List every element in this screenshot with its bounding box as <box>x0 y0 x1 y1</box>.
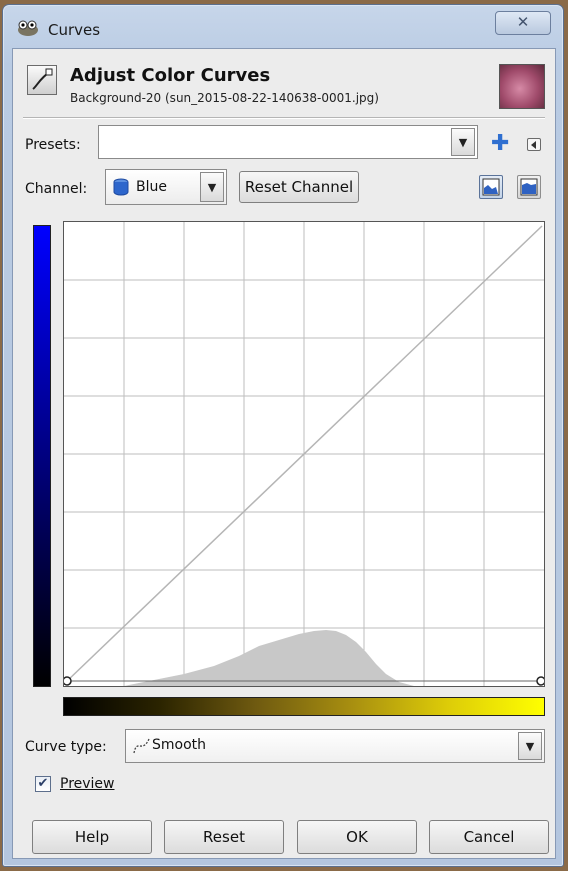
histogram <box>64 630 414 686</box>
curves-tool-icon <box>27 65 57 95</box>
image-thumbnail <box>499 64 545 109</box>
preview-label[interactable]: Preview <box>60 776 115 792</box>
channel-value: Blue <box>136 179 167 195</box>
dialog-heading: Adjust Color Curves <box>70 65 271 86</box>
curve-type-label: Curve type: <box>25 739 107 755</box>
channel-value-bar <box>33 225 51 687</box>
triangle-left-icon[interactable] <box>527 138 541 151</box>
close-icon: ✕ <box>516 13 530 31</box>
curve-point-start[interactable] <box>62 676 72 686</box>
presets-label: Presets: <box>25 137 81 153</box>
curve-type-dropdown-arrow[interactable]: ▼ <box>518 732 542 760</box>
title-bar[interactable]: Curves ✕ <box>3 5 563 45</box>
plus-icon[interactable]: ✚ <box>491 133 509 155</box>
channel-label: Channel: <box>25 181 88 197</box>
curves-dialog: Curves ✕ Adjust Color Curves Background-… <box>2 4 564 867</box>
channel-combo[interactable]: Blue ▼ <box>105 169 227 205</box>
blue-channel-icon <box>113 178 129 196</box>
cancel-button[interactable]: Cancel <box>429 820 549 854</box>
preview-checkbox[interactable]: ✔ <box>35 776 51 792</box>
window-title: Curves <box>48 21 101 39</box>
header-separator <box>23 117 545 119</box>
dialog-body: Adjust Color Curves Background-20 (sun_2… <box>12 48 556 859</box>
curves-graph[interactable] <box>62 221 546 687</box>
presets-combo[interactable]: ▼ <box>98 125 478 159</box>
curves-graph-canvas[interactable] <box>62 222 546 686</box>
close-button[interactable]: ✕ <box>495 11 551 35</box>
help-button[interactable]: Help <box>32 820 152 854</box>
curve-type-combo[interactable]: Smooth ▼ <box>125 729 545 763</box>
logarithmic-histogram-icon <box>520 178 538 196</box>
smooth-curve-icon <box>133 738 150 754</box>
linear-histogram-button[interactable] <box>479 175 503 199</box>
reset-button[interactable]: Reset <box>164 820 284 854</box>
presets-dropdown-arrow[interactable]: ▼ <box>451 128 475 156</box>
channel-dropdown-arrow[interactable]: ▼ <box>200 172 224 202</box>
logarithmic-histogram-button[interactable] <box>517 175 541 199</box>
check-mark-icon: ✔ <box>37 776 49 791</box>
linear-histogram-icon <box>482 178 500 196</box>
gimp-icon <box>18 20 38 36</box>
input-gradient-bar <box>63 697 545 716</box>
ok-button[interactable]: OK <box>297 820 417 854</box>
curve-point-end[interactable] <box>536 676 546 686</box>
image-subtitle: Background-20 (sun_2015-08-22-140638-000… <box>70 91 379 105</box>
curve-type-value: Smooth <box>152 737 207 753</box>
reset-channel-button[interactable]: Reset Channel <box>239 171 359 203</box>
